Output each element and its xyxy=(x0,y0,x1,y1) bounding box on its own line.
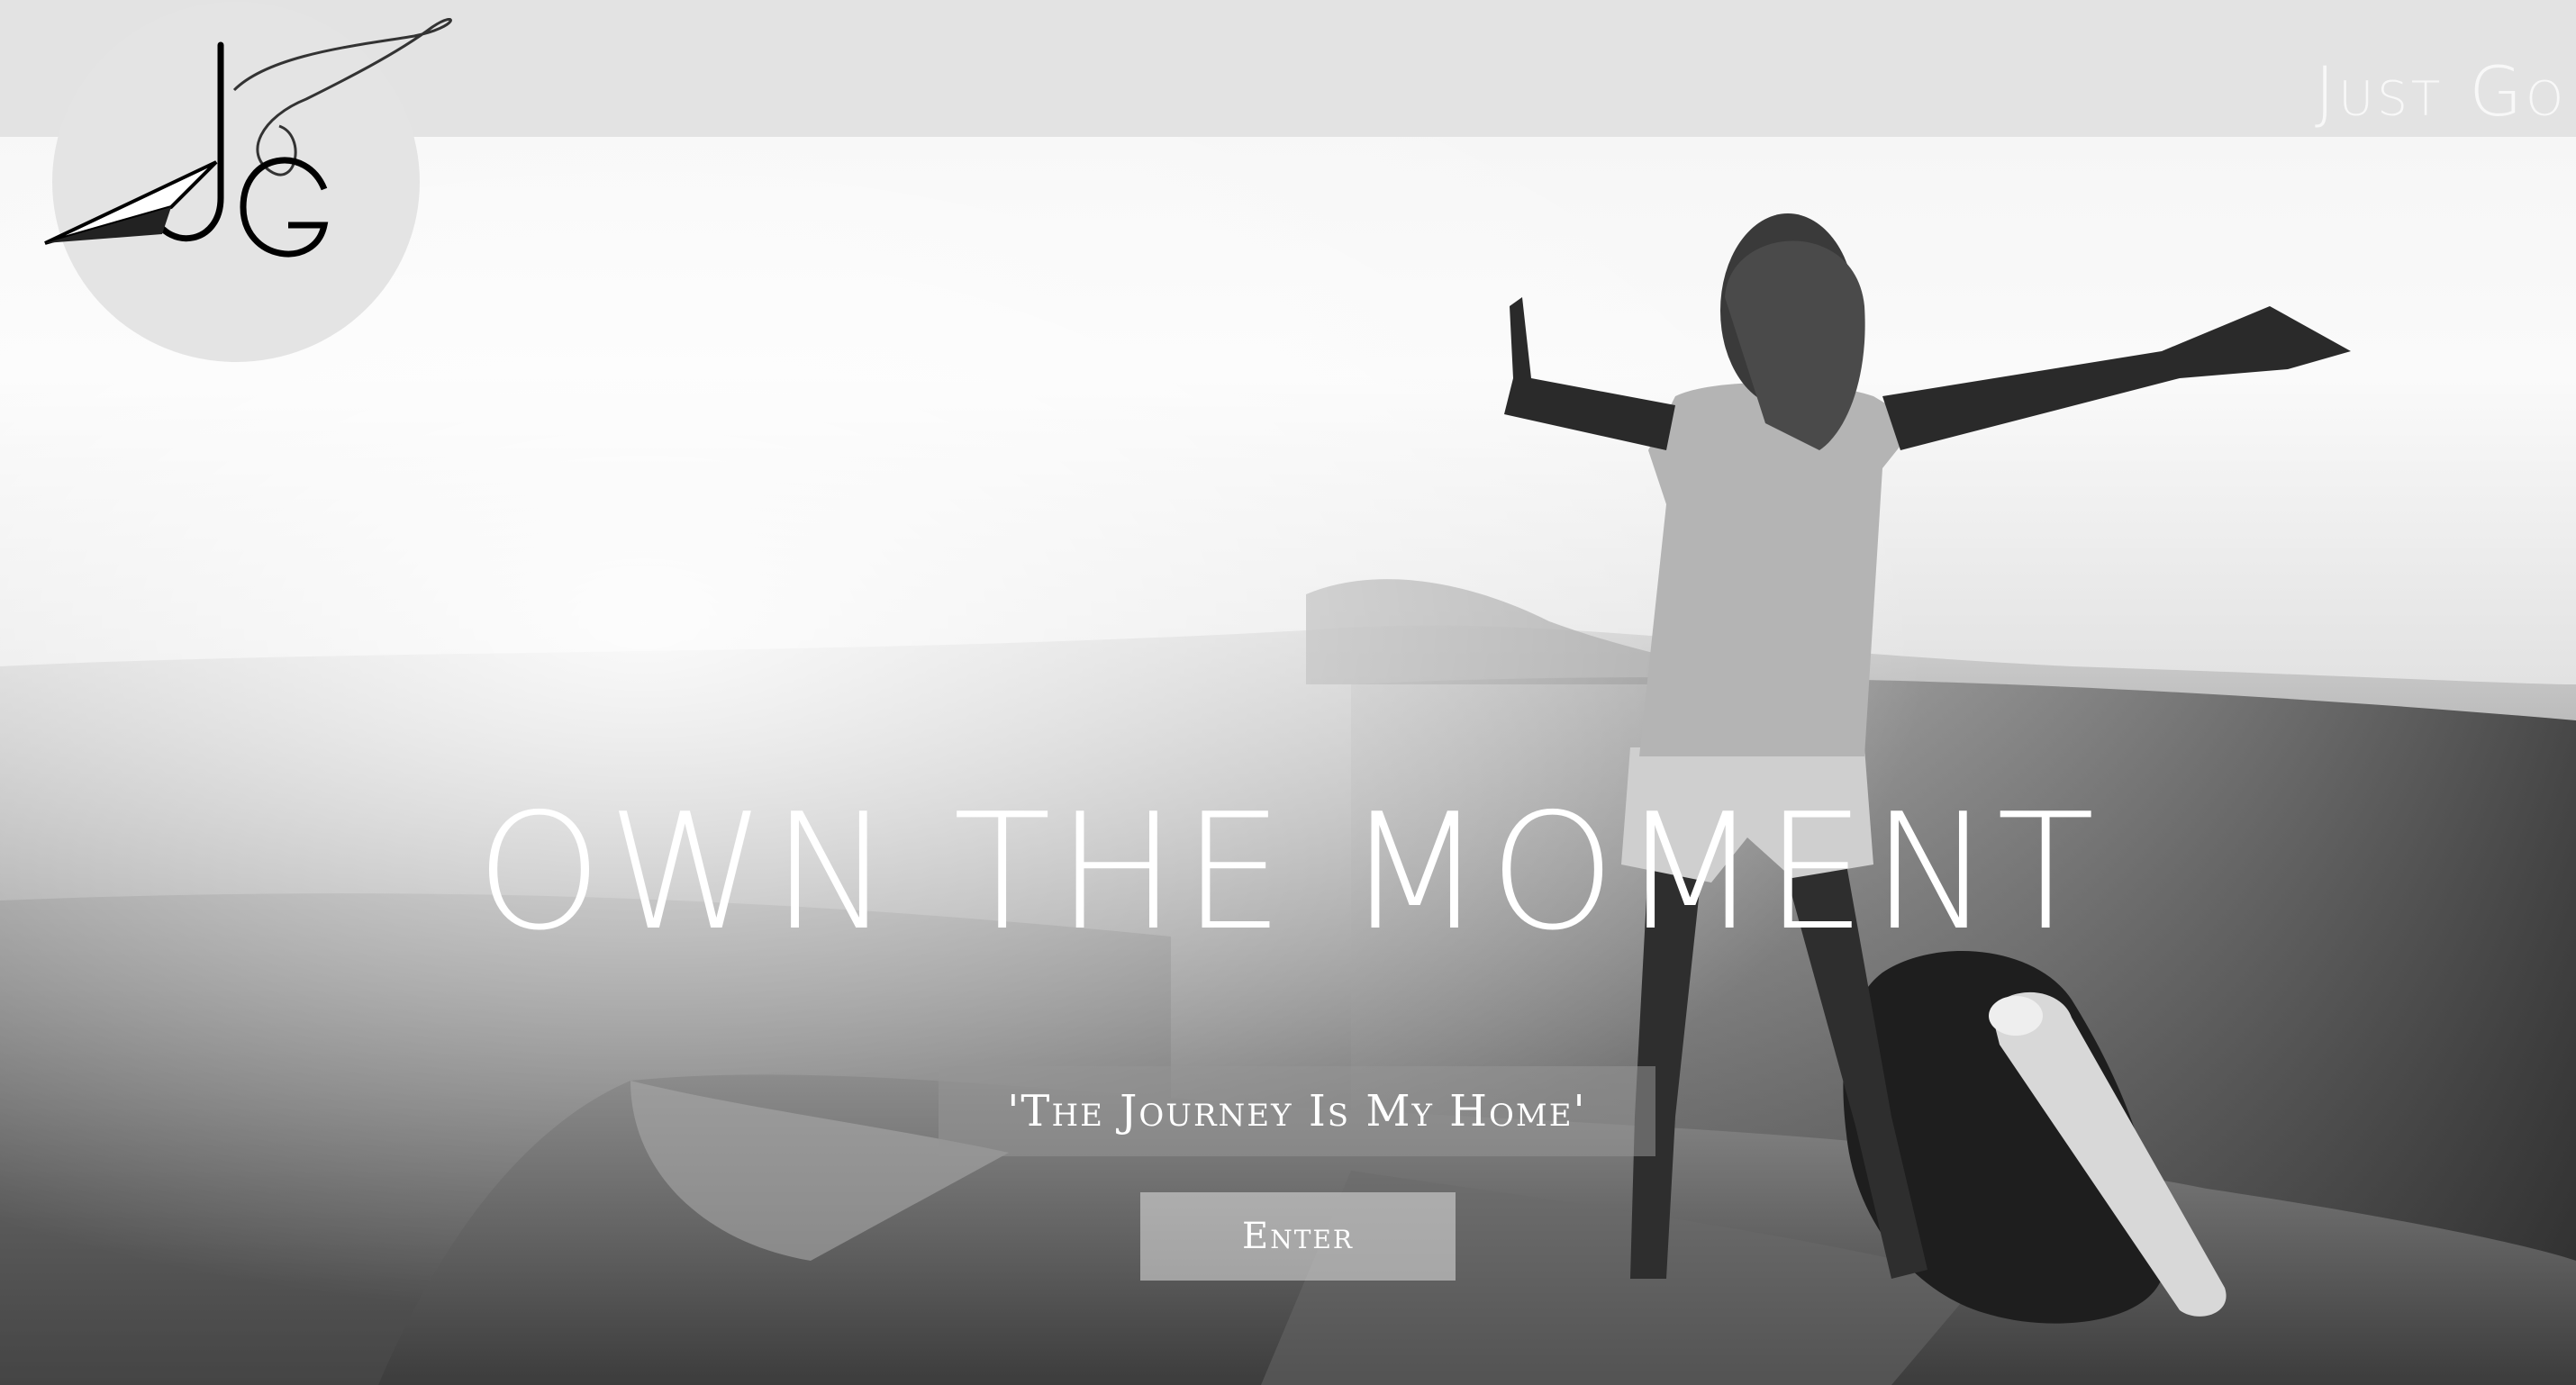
enter-button-label: Enter xyxy=(1242,1216,1354,1257)
jg-paper-plane-logo-icon[interactable] xyxy=(36,18,468,288)
brand-title[interactable]: Just Go xyxy=(2315,58,2567,126)
hero-headline: OWN THE MOMENT xyxy=(476,779,2100,965)
tagline-text: 'The Journey Is My Home' xyxy=(1007,1086,1587,1136)
tagline-box: 'The Journey Is My Home' xyxy=(939,1066,1655,1156)
enter-button[interactable]: Enter xyxy=(1140,1192,1456,1281)
landing-page: Just Go OWN THE MOMENT 'The Journey Is M… xyxy=(0,0,2576,1385)
